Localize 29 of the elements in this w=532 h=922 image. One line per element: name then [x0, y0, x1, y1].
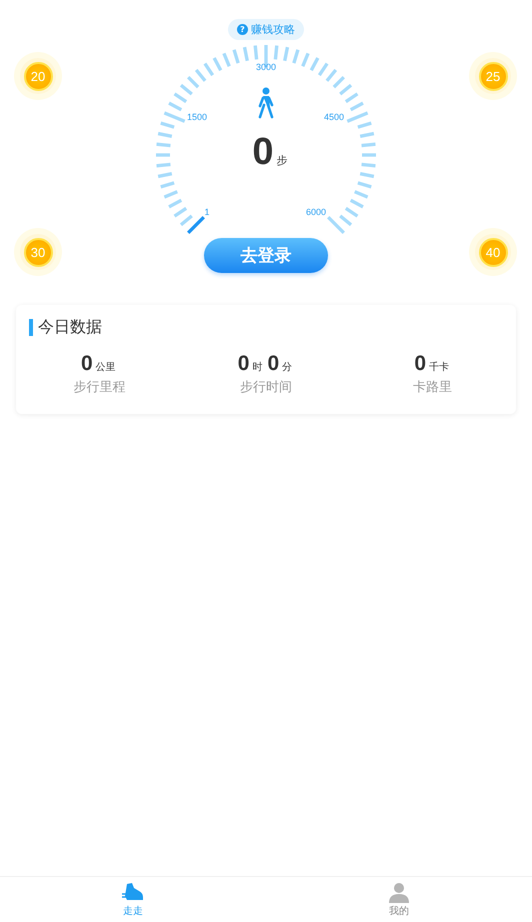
scale-label: 1 — [204, 207, 210, 217]
step-count: 0 — [252, 133, 274, 171]
stat-value: 0 — [267, 352, 280, 376]
tab-item[interactable]: 我的 — [266, 877, 532, 922]
stat-label: 步行里程 — [73, 379, 126, 396]
stat-value: 0 — [414, 352, 426, 376]
step-unit: 步 — [276, 153, 288, 168]
tab-item[interactable]: 走走 — [0, 877, 266, 922]
stat-value: 0 — [238, 352, 250, 376]
stat-unit: 时 — [252, 360, 262, 374]
stat-unit: 分 — [282, 361, 292, 374]
stat-value: 0 — [80, 352, 93, 376]
stat-unit: 公里 — [96, 361, 116, 374]
stat-label: 步行时间 — [240, 379, 292, 396]
person-icon[interactable] — [388, 883, 410, 903]
login-button[interactable]: 去登录 — [204, 238, 328, 273]
shoe-icon[interactable] — [122, 883, 144, 903]
scale-label: 1500 — [186, 112, 208, 122]
accent-bar — [29, 319, 33, 336]
scale-label: 6000 — [306, 207, 326, 217]
help-icon: ? — [237, 24, 248, 35]
guide-link[interactable]: ? 赚钱攻略 — [228, 19, 304, 40]
stat-unit: 千卡 — [429, 360, 449, 374]
section-title: 今日数据 — [38, 317, 102, 338]
scale-label: 4500 — [324, 112, 344, 122]
stat-label: 卡路里 — [413, 379, 452, 396]
progress-tick — [187, 216, 205, 234]
walking-person-icon — [258, 88, 274, 118]
scale-label: 3000 — [256, 62, 276, 72]
